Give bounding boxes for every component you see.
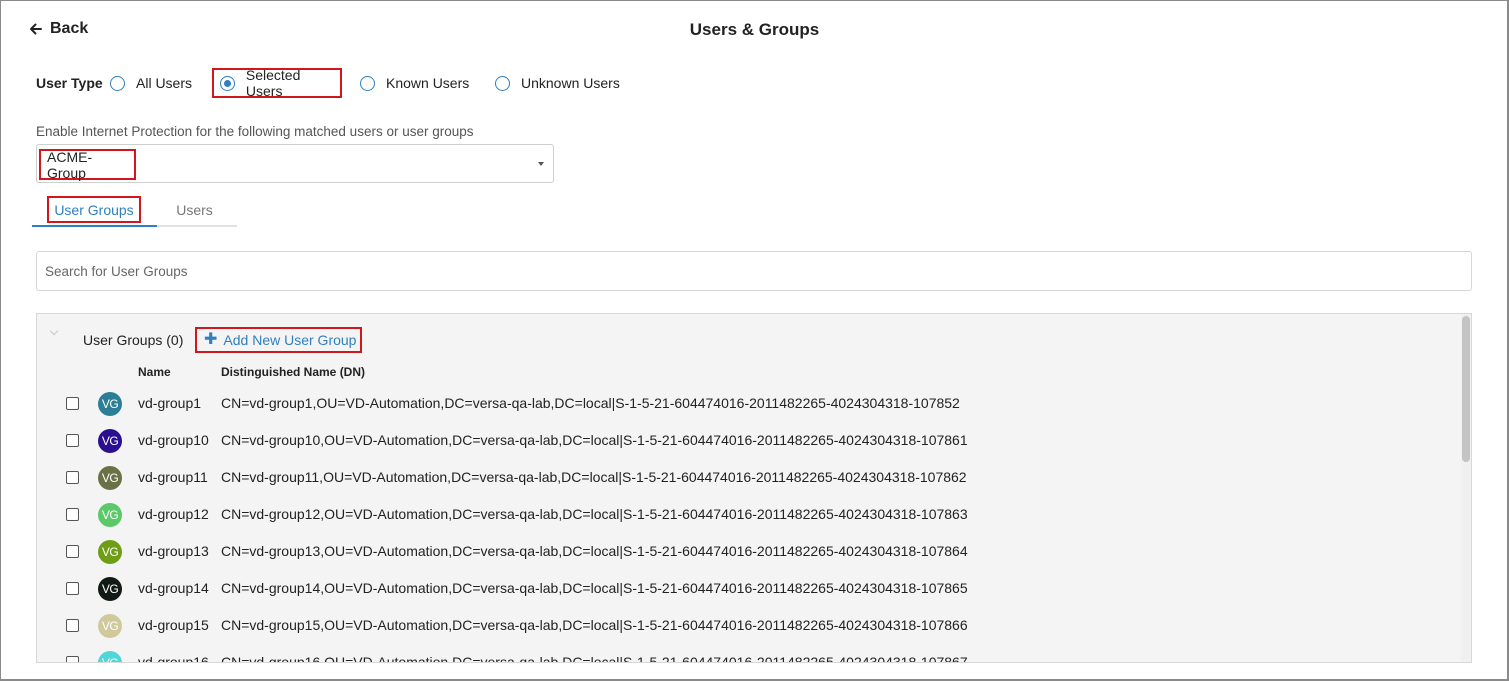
user-groups-panel: User Groups (0) ✚ Add New User Group Nam… — [36, 313, 1472, 663]
row-checkbox[interactable] — [66, 471, 79, 484]
panel-title: User Groups (0) — [83, 332, 184, 348]
user-type-group: User Type — [36, 72, 115, 94]
user-group-select[interactable]: ACME-Group — [36, 144, 554, 183]
back-label: Back — [50, 20, 89, 37]
avatar: VG — [98, 503, 122, 527]
row-checkbox[interactable] — [66, 397, 79, 410]
group-dn: CN=vd-group12,OU=VD-Automation,DC=versa-… — [221, 506, 968, 522]
row-checkbox[interactable] — [66, 619, 79, 632]
row-checkbox[interactable] — [66, 582, 79, 595]
group-name: vd-group13 — [138, 543, 209, 559]
table-row: VG vd-group1 CN=vd-group1,OU=VD-Automati… — [37, 385, 1457, 422]
group-name: vd-group16 — [138, 654, 209, 663]
radio-unknown-users[interactable]: Unknown Users — [495, 75, 620, 91]
group-dn: CN=vd-group15,OU=VD-Automation,DC=versa-… — [221, 617, 968, 633]
group-list: VG vd-group1 CN=vd-group1,OU=VD-Automati… — [37, 385, 1457, 663]
radio-label: Selected Users — [245, 67, 301, 99]
user-type-label: User Type — [36, 75, 103, 91]
radio-label: Known Users — [386, 75, 470, 91]
table-row: VG vd-group10 CN=vd-group10,OU=VD-Automa… — [37, 422, 1457, 459]
scrollbar-thumb[interactable] — [1462, 316, 1470, 462]
select-value: ACME-Group — [39, 149, 136, 181]
radio-known-users[interactable]: Known Users — [360, 75, 469, 91]
tab-users[interactable]: Users — [157, 196, 232, 223]
column-header-dn: Distinguished Name (DN) — [221, 365, 366, 379]
avatar: VG — [98, 466, 122, 490]
row-checkbox[interactable] — [66, 545, 79, 558]
group-name: vd-group12 — [138, 506, 209, 522]
radio-label: All Users — [136, 75, 193, 91]
row-checkbox[interactable] — [66, 656, 79, 662]
arrow-left-icon — [30, 23, 42, 35]
avatar: VG — [98, 429, 122, 453]
radio-selected-users[interactable]: Selected Users — [212, 67, 342, 99]
group-dn: CN=vd-group14,OU=VD-Automation,DC=versa-… — [221, 580, 968, 596]
group-name: vd-group1 — [138, 395, 202, 411]
group-dn: CN=vd-group10,OU=VD-Automation,DC=versa-… — [221, 432, 968, 448]
group-name: vd-group14 — [138, 580, 209, 596]
plus-icon: ✚ — [204, 331, 218, 348]
row-checkbox[interactable] — [66, 434, 79, 447]
table-row: VG vd-group11 CN=vd-group11,OU=VD-Automa… — [37, 459, 1457, 496]
group-dn: CN=vd-group16,OU=VD-Automation,DC=versa-… — [221, 654, 968, 663]
radio-circle — [360, 75, 375, 91]
radio-circle — [110, 75, 125, 91]
add-user-group-button[interactable]: ✚ Add New User Group — [195, 327, 362, 353]
active-tab-underline — [32, 225, 157, 227]
table-row: VG vd-group16 CN=vd-group16,OU=VD-Automa… — [37, 644, 1457, 663]
avatar: VG — [98, 540, 122, 564]
group-dn: CN=vd-group11,OU=VD-Automation,DC=versa-… — [221, 469, 967, 485]
table-row: VG vd-group12 CN=vd-group12,OU=VD-Automa… — [37, 496, 1457, 533]
caret-down-icon — [538, 162, 544, 166]
tab-bar: User Groups Users — [32, 196, 237, 227]
row-checkbox[interactable] — [66, 508, 79, 521]
avatar: VG — [98, 614, 122, 638]
radio-dot — [223, 79, 231, 87]
group-dn: CN=vd-group13,OU=VD-Automation,DC=versa-… — [221, 543, 968, 559]
table-row: VG vd-group15 CN=vd-group15,OU=VD-Automa… — [37, 607, 1457, 644]
radio-circle-checked — [220, 75, 235, 91]
radio-circle — [495, 75, 510, 91]
avatar: VG — [98, 392, 122, 416]
vertical-scrollbar[interactable] — [1461, 314, 1471, 662]
group-name: vd-group15 — [138, 617, 209, 633]
radio-label: Unknown Users — [521, 75, 620, 91]
table-row: VG vd-group14 CN=vd-group14,OU=VD-Automa… — [37, 570, 1457, 607]
table-row: VG vd-group13 CN=vd-group13,OU=VD-Automa… — [37, 533, 1457, 570]
chevron-down-icon[interactable] — [49, 328, 59, 338]
avatar: VG — [98, 651, 122, 662]
protection-label: Enable Internet Protection for the follo… — [36, 124, 474, 139]
group-dn: CN=vd-group1,OU=VD-Automation,DC=versa-q… — [221, 395, 960, 411]
column-header-name: Name — [138, 365, 171, 379]
add-user-group-label: Add New User Group — [223, 332, 357, 348]
radio-all-users[interactable]: All Users — [110, 75, 192, 91]
group-name: vd-group11 — [138, 469, 208, 485]
search-input[interactable] — [37, 252, 1471, 290]
tab-user-groups[interactable]: User Groups — [47, 196, 141, 223]
search-box — [36, 251, 1472, 291]
group-name: vd-group10 — [138, 432, 209, 448]
back-button[interactable]: Back — [29, 20, 88, 38]
avatar: VG — [98, 577, 122, 601]
